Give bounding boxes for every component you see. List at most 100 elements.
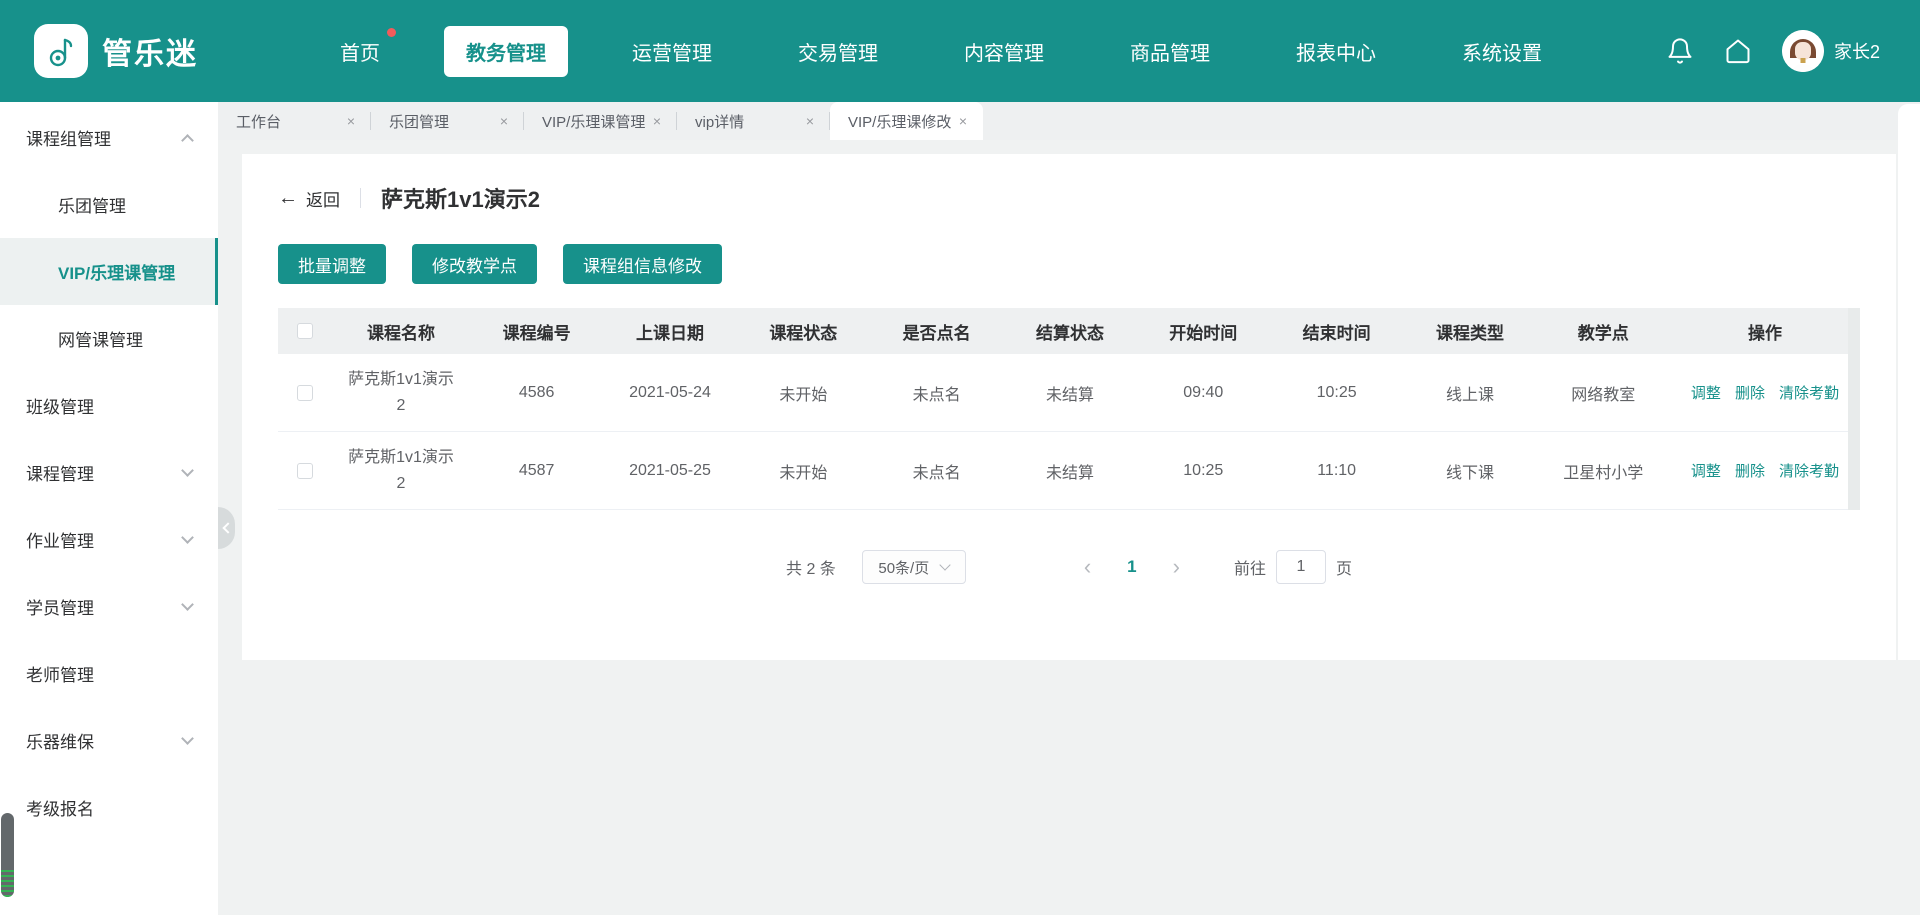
chevron-down-icon <box>940 559 951 570</box>
content: ← 返回 萨克斯1v1演示2 批量调整修改教学点课程组信息修改 课程名称课程编号… <box>218 140 1920 915</box>
nav-item-运营管理[interactable]: 运营管理 <box>610 26 734 77</box>
sidebar-item[interactable]: 班级管理 <box>0 372 218 439</box>
sidebar-item[interactable]: 乐器维保 <box>0 707 218 774</box>
cell-value: 未点名 <box>913 387 961 404</box>
column-header: 上课日期 <box>603 319 736 344</box>
sidebar-item[interactable]: 学员管理 <box>0 573 218 640</box>
sidebar-item-label: 老师管理 <box>26 661 94 686</box>
main-nav: 首页教务管理运营管理交易管理内容管理商品管理报表中心系统设置 <box>318 26 1564 77</box>
current-page[interactable]: 1 <box>1127 557 1136 577</box>
cell-type: 线下课 <box>1403 459 1536 483</box>
close-icon[interactable]: × <box>651 113 663 129</box>
sidebar-scrollbar-thumb[interactable] <box>1 813 14 897</box>
table-scrollbar[interactable] <box>1848 308 1860 510</box>
action-link-调整[interactable]: 调整 <box>1691 382 1721 403</box>
pager-controls: ‹ 1 › <box>1084 556 1180 578</box>
select-all-checkbox[interactable] <box>297 323 313 339</box>
sidebar-item[interactable]: 课程组管理 <box>0 104 218 171</box>
sidebar-item[interactable]: VIP/乐理课管理 <box>0 238 218 305</box>
scrollbar-stripes <box>1 867 14 897</box>
goto-page-input[interactable] <box>1276 550 1326 584</box>
chevron-down-icon <box>181 464 194 477</box>
button-课程组信息修改[interactable]: 课程组信息修改 <box>563 244 722 284</box>
cell-value: 11:10 <box>1317 462 1356 479</box>
page-size-select[interactable]: 50条/页 <box>862 550 966 584</box>
nav-item-交易管理[interactable]: 交易管理 <box>776 26 900 77</box>
sidebar-item[interactable]: 网管课管理 <box>0 305 218 372</box>
sidebar-item-label: 班级管理 <box>26 393 94 418</box>
close-icon[interactable]: × <box>957 113 969 129</box>
action-link-删除[interactable]: 删除 <box>1735 460 1765 481</box>
chevron-down-icon <box>181 598 194 611</box>
cell-value: 4587 <box>519 462 555 479</box>
action-buttons: 批量调整修改教学点课程组信息修改 <box>278 244 1860 284</box>
app-logo[interactable]: 管乐迷 <box>34 24 198 78</box>
logo-text: 管乐迷 <box>102 29 198 73</box>
back-arrow-icon: ← <box>278 188 298 208</box>
home-icon[interactable] <box>1724 37 1752 65</box>
nav-item-商品管理[interactable]: 商品管理 <box>1108 26 1232 77</box>
sidebar-item[interactable]: 老师管理 <box>0 640 218 707</box>
nav-item-报表中心[interactable]: 报表中心 <box>1274 26 1398 77</box>
nav-item-教务管理[interactable]: 教务管理 <box>444 26 568 77</box>
tab-vip详情[interactable]: vip详情 × <box>677 102 830 140</box>
tab-VIP/乐理课管理[interactable]: VIP/乐理课管理× <box>524 102 677 140</box>
sidebar-item[interactable]: 乐团管理 <box>0 171 218 238</box>
tab-工作台[interactable]: 工作台× <box>218 102 371 140</box>
cell-date: 2021-05-25 <box>603 462 736 480</box>
user-menu[interactable]: 家长2 <box>1782 30 1880 72</box>
chevron-down-icon <box>181 531 194 544</box>
cell-status: 未开始 <box>737 381 870 405</box>
row-checkbox-cell <box>278 463 332 479</box>
cell-code: 4586 <box>470 384 603 402</box>
column-header: 结束时间 <box>1270 319 1403 344</box>
table-row: 萨克斯1v1演示245872021-05-25未开始未点名未结算10:2511:… <box>278 432 1860 510</box>
next-page-button[interactable]: › <box>1173 556 1180 578</box>
cell-value: 线下课 <box>1446 465 1494 482</box>
page-unit-label: 页 <box>1336 555 1352 579</box>
cell-value: 线上课 <box>1446 387 1494 404</box>
prev-page-button[interactable]: ‹ <box>1084 556 1091 578</box>
cell-value: 未结算 <box>1046 465 1094 482</box>
button-修改教学点[interactable]: 修改教学点 <box>412 244 537 284</box>
sidebar-item-label: 乐团管理 <box>58 192 126 217</box>
tab-乐团管理[interactable]: 乐团管理× <box>371 102 524 140</box>
sidebar-item[interactable]: 考级报名 <box>0 774 218 841</box>
bell-icon[interactable] <box>1666 37 1694 65</box>
row-checkbox[interactable] <box>297 385 313 401</box>
nav-item-系统设置[interactable]: 系统设置 <box>1440 26 1564 77</box>
sidebar-item[interactable]: 作业管理 <box>0 506 218 573</box>
cell-end: 11:10 <box>1270 462 1403 480</box>
tab-bar: 工作台×乐团管理×VIP/乐理课管理×vip详情×VIP/乐理课修改× <box>218 102 1920 140</box>
cell-value: 未点名 <box>913 465 961 482</box>
page-title: 萨克斯1v1演示2 <box>381 182 540 214</box>
action-link-清除考勤[interactable]: 清除考勤 <box>1779 460 1839 481</box>
cell-value: 4586 <box>519 384 555 401</box>
header-checkbox-cell <box>278 323 332 339</box>
tab-VIP/乐理课修改[interactable]: VIP/乐理课修改× <box>830 102 983 140</box>
cell-code: 4587 <box>470 462 603 480</box>
column-header: 是否点名 <box>870 319 1003 344</box>
nav-item-内容管理[interactable]: 内容管理 <box>942 26 1066 77</box>
back-label: 返回 <box>306 186 340 211</box>
action-link-调整[interactable]: 调整 <box>1691 460 1721 481</box>
close-icon[interactable]: × <box>804 113 816 129</box>
sidebar-item-label: 网管课管理 <box>58 326 143 351</box>
row-checkbox[interactable] <box>297 463 313 479</box>
nav-item-首页[interactable]: 首页 <box>318 26 402 77</box>
action-link-清除考勤[interactable]: 清除考勤 <box>1779 382 1839 403</box>
close-icon[interactable]: × <box>498 113 510 129</box>
cell-value: 2021-05-25 <box>629 462 711 479</box>
page-scrollbar[interactable] <box>1898 104 1920 660</box>
tab-label: vip详情 <box>695 111 744 132</box>
action-link-删除[interactable]: 删除 <box>1735 382 1765 403</box>
back-button[interactable]: ← 返回 <box>278 186 340 211</box>
sidebar-item[interactable]: 课程管理 <box>0 439 218 506</box>
table-body: 萨克斯1v1演示245862021-05-24未开始未点名未结算09:4010:… <box>278 354 1860 510</box>
close-icon[interactable]: × <box>345 113 357 129</box>
chevron-down-icon <box>181 732 194 745</box>
button-批量调整[interactable]: 批量调整 <box>278 244 386 284</box>
goto-label: 前往 <box>1234 555 1266 579</box>
sidebar-item-label: 课程组管理 <box>26 125 111 150</box>
cell-rollcall: 未点名 <box>870 459 1003 483</box>
